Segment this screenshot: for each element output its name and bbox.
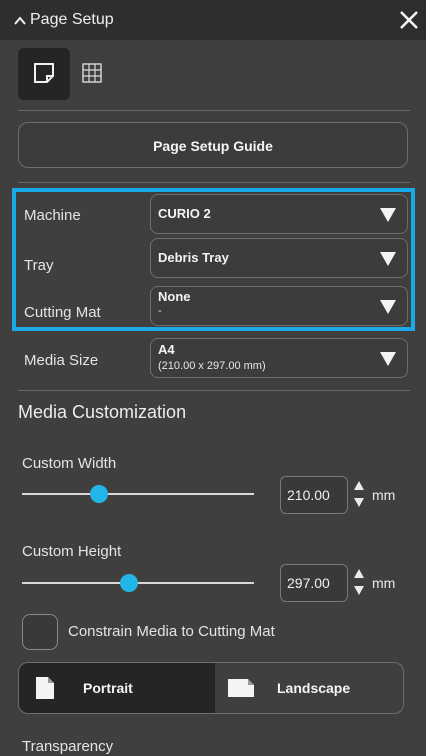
- close-icon[interactable]: [396, 6, 422, 34]
- dropdown-arrow-icon: [380, 208, 396, 222]
- cutting-mat-select[interactable]: None -: [150, 286, 408, 326]
- cutting-mat-sub: -: [158, 305, 162, 317]
- tab-grid[interactable]: [78, 48, 130, 100]
- landscape-page-icon: [228, 679, 254, 697]
- constrain-checkbox[interactable]: [22, 614, 58, 650]
- divider: [18, 390, 410, 391]
- dropdown-arrow-icon: [380, 252, 396, 266]
- dropdown-arrow-icon: [380, 300, 396, 314]
- tray-label: Tray: [24, 257, 54, 274]
- landscape-label: Landscape: [277, 680, 351, 696]
- chevron-up-icon[interactable]: [12, 13, 28, 29]
- grid-icon: [82, 63, 102, 83]
- media-size-sub: (210.00 x 297.00 mm): [158, 360, 266, 372]
- custom-width-label: Custom Width: [22, 455, 117, 472]
- media-customization-title: Media Customization: [18, 402, 187, 422]
- page-setup-guide-button[interactable]: Page Setup Guide: [18, 122, 408, 168]
- divider: [18, 182, 410, 183]
- landscape-button[interactable]: Landscape: [215, 663, 403, 713]
- media-size-label: Media Size: [24, 352, 99, 369]
- machine-value: CURIO 2: [158, 206, 211, 221]
- machine-select[interactable]: CURIO 2: [150, 194, 408, 234]
- spinner-arrows-icon[interactable]: [352, 567, 366, 597]
- custom-height-input[interactable]: 297.00: [280, 564, 348, 602]
- tray-value: Debris Tray: [158, 250, 229, 265]
- custom-height-unit: mm: [372, 575, 396, 591]
- portrait-button[interactable]: Portrait: [19, 663, 215, 713]
- constrain-label: Constrain Media to Cutting Mat: [68, 623, 275, 640]
- spinner-arrows-icon[interactable]: [352, 479, 366, 509]
- page-setup-panel: Page Setup Page Setup Guide Machine CURI…: [0, 0, 426, 756]
- cutting-mat-value: None: [158, 289, 191, 304]
- tab-page[interactable]: [18, 48, 70, 100]
- transparency-label: Transparency: [22, 738, 114, 755]
- dropdown-arrow-icon: [380, 352, 396, 366]
- media-size-select[interactable]: A4 (210.00 x 297.00 mm): [150, 338, 408, 378]
- custom-height-slider-thumb[interactable]: [119, 574, 138, 592]
- panel-title: Page Setup: [30, 11, 114, 28]
- custom-width-unit: mm: [372, 487, 396, 503]
- media-size-value: A4: [158, 342, 175, 357]
- custom-width-slider-thumb[interactable]: [89, 485, 108, 503]
- portrait-label: Portrait: [83, 680, 133, 696]
- tray-select[interactable]: Debris Tray: [150, 238, 408, 278]
- portrait-page-icon: [36, 677, 54, 699]
- custom-width-input[interactable]: 210.00: [280, 476, 348, 514]
- custom-height-label: Custom Height: [22, 543, 122, 560]
- cutting-mat-label: Cutting Mat: [24, 304, 101, 321]
- panel-titlebar[interactable]: Page Setup: [0, 0, 426, 40]
- orientation-toggle: Portrait Landscape: [18, 662, 404, 714]
- custom-width-slider-track[interactable]: [22, 493, 254, 495]
- custom-height-slider-track[interactable]: [22, 582, 254, 584]
- machine-label: Machine: [24, 207, 81, 224]
- page-icon: [34, 63, 54, 83]
- divider: [18, 110, 410, 111]
